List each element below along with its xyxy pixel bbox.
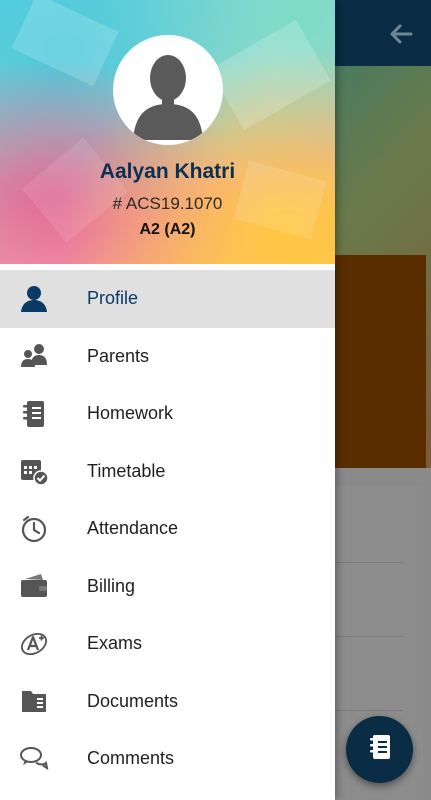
menu-label: Comments — [87, 748, 175, 769]
menu-item-documents[interactable]: Documents — [0, 673, 335, 731]
wallet-icon — [18, 570, 50, 602]
user-silhouette-icon — [113, 40, 223, 145]
header-decoration — [11, 0, 119, 87]
arrow-left-icon[interactable] — [385, 18, 417, 50]
folder-icon — [18, 685, 50, 717]
menu-item-comments[interactable]: Comments — [0, 730, 335, 788]
notebook-icon — [365, 732, 395, 767]
menu-label: Parents — [87, 345, 150, 366]
person-icon — [18, 283, 50, 315]
homework-fab-button[interactable] — [346, 716, 413, 783]
chat-bubbles-icon — [18, 743, 50, 775]
user-class: A2 (A2) — [139, 221, 196, 238]
background-panel — [333, 255, 426, 468]
parents-icon — [18, 340, 50, 372]
menu-item-attendance[interactable]: Attendance — [0, 500, 335, 558]
user-name: Aalyan Khatri — [99, 160, 236, 183]
divider — [333, 636, 403, 637]
menu-label: Attendance — [87, 518, 179, 539]
menu-label: Timetable — [87, 460, 166, 481]
header-decoration — [209, 19, 331, 131]
menu-item-timetable[interactable]: Timetable — [0, 443, 335, 501]
menu-item-profile[interactable]: Profile — [0, 270, 335, 328]
clock-icon — [18, 513, 50, 545]
avatar[interactable] — [113, 35, 223, 145]
menu-label: Profile — [87, 288, 139, 309]
menu-item-homework[interactable]: Homework — [0, 385, 335, 443]
user-id: # ACS19.1070 — [112, 194, 223, 213]
exam-grade-icon — [18, 628, 50, 660]
divider — [333, 562, 403, 563]
menu-item-parents[interactable]: Parents — [0, 328, 335, 386]
divider — [333, 710, 403, 711]
drawer-header: Aalyan Khatri # ACS19.1070 A2 (A2) — [0, 0, 335, 264]
menu-item-billing[interactable]: Billing — [0, 558, 335, 616]
drawer-menu: Profile Parents Homework Timetable Atten… — [0, 270, 335, 788]
navigation-drawer: Aalyan Khatri # ACS19.1070 A2 (A2) Profi… — [0, 0, 335, 800]
calendar-check-icon — [18, 455, 50, 487]
menu-label: Homework — [87, 403, 174, 424]
menu-item-exams[interactable]: Exams — [0, 615, 335, 673]
menu-label: Exams — [87, 633, 143, 654]
menu-label: Billing — [87, 575, 136, 596]
notebook-icon — [18, 398, 50, 430]
menu-label: Documents — [87, 690, 179, 711]
